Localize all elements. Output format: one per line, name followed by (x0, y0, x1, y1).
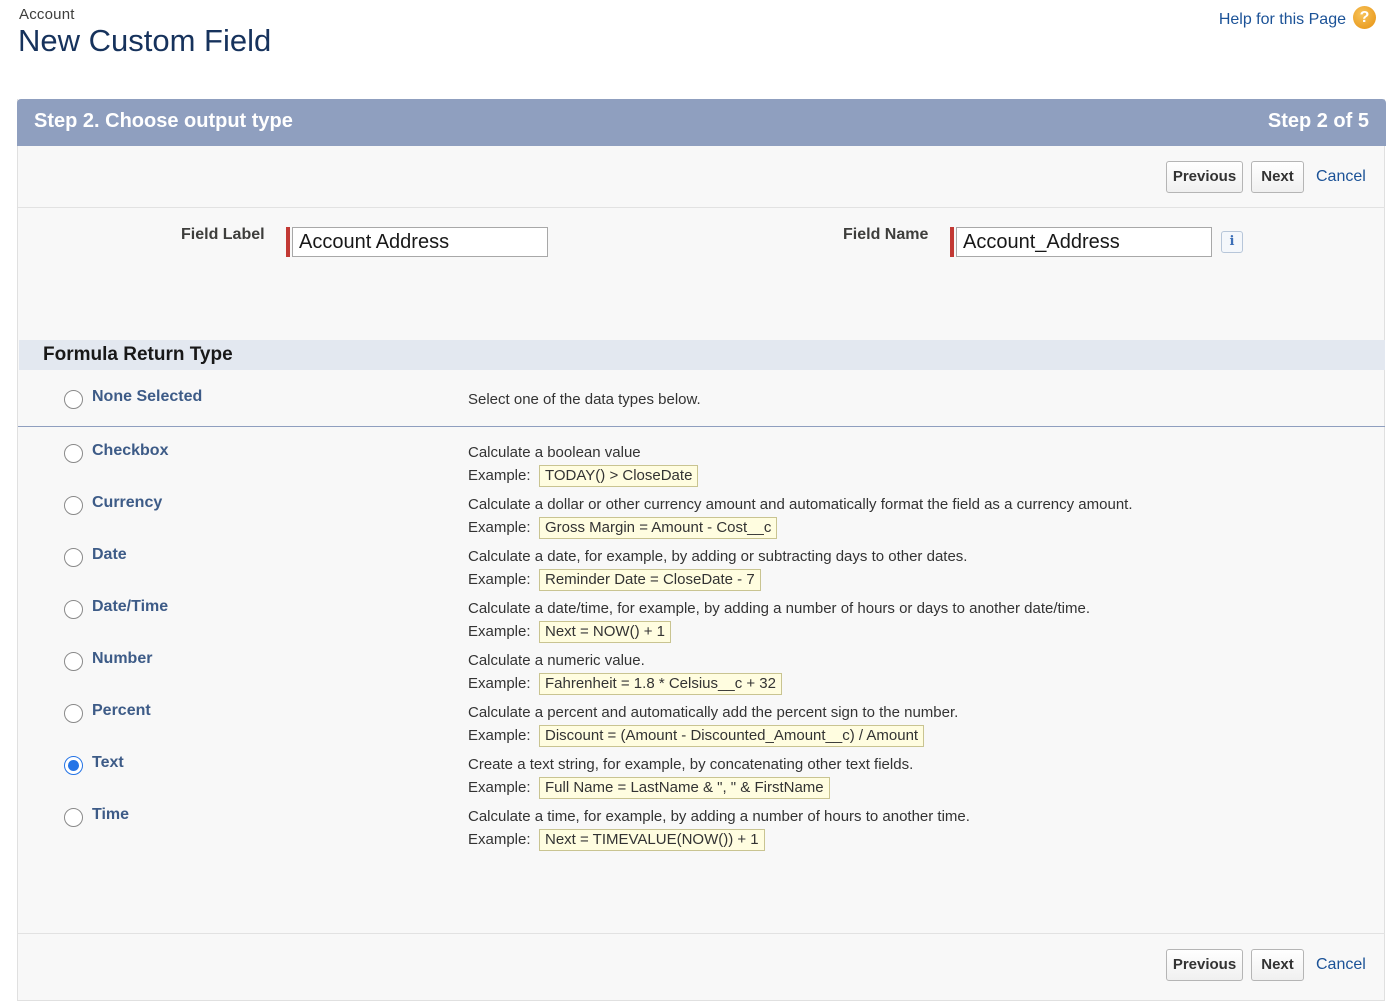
radio-percent[interactable] (64, 704, 83, 723)
type-label-time[interactable]: Time (92, 806, 129, 824)
wizard-header: Step 2. Choose output type Step 2 of 5 (17, 99, 1386, 146)
radio-currency[interactable] (64, 496, 83, 515)
page-title: New Custom Field (18, 23, 272, 58)
type-label-currency[interactable]: Currency (92, 494, 162, 512)
formula-return-type-header: Formula Return Type (19, 340, 1385, 370)
example-label: Example: (468, 831, 531, 848)
previous-button[interactable]: Previous (1166, 949, 1243, 981)
example-formula: Discount = (Amount - Discounted_Amount__… (539, 725, 925, 747)
required-indicator (950, 227, 954, 257)
type-description: Calculate a date, for example, by adding… (468, 548, 968, 565)
info-icon[interactable]: i (1221, 231, 1243, 253)
example-formula: Reminder Date = CloseDate - 7 (539, 569, 761, 591)
field-label-caption: Field Label (181, 226, 265, 243)
radio-date[interactable] (64, 548, 83, 567)
example-formula: Full Name = LastName & ", " & FirstName (539, 777, 830, 799)
example-formula: Next = NOW() + 1 (539, 621, 672, 643)
help-link[interactable]: Help for this Page (1219, 11, 1346, 29)
radio-checkbox[interactable] (64, 444, 83, 463)
type-label-date[interactable]: Date (92, 546, 127, 564)
help-icon[interactable]: ? (1353, 6, 1376, 29)
required-indicator (286, 227, 290, 257)
next-button[interactable]: Next (1251, 161, 1304, 193)
example-label: Example: (468, 467, 531, 484)
type-description: Calculate a percent and automatically ad… (468, 704, 959, 721)
example-label: Example: (468, 675, 531, 692)
bottom-button-bar: Previous Next Cancel (18, 933, 1385, 995)
example-label: Example: (468, 571, 531, 588)
radio-number[interactable] (64, 652, 83, 671)
type-label-date-time[interactable]: Date/Time (92, 598, 168, 616)
example-label: Example: (468, 779, 531, 796)
none-selected-row: None Selected Select one of the data typ… (18, 370, 1385, 427)
field-name-caption: Field Name (843, 226, 929, 243)
field-label-input[interactable] (292, 227, 548, 257)
type-label-checkbox[interactable]: Checkbox (92, 442, 168, 460)
type-description: Calculate a dollar or other currency amo… (468, 496, 1133, 513)
cancel-link[interactable]: Cancel (1316, 168, 1366, 186)
section-title: Formula Return Type (43, 344, 233, 365)
example-label: Example: (468, 623, 531, 640)
field-name-input[interactable] (956, 227, 1212, 257)
type-description: Calculate a boolean value (468, 444, 641, 461)
type-description: Calculate a numeric value. (468, 652, 645, 669)
example-label: Example: (468, 519, 531, 536)
radio-text[interactable] (64, 756, 83, 775)
top-button-bar: Previous Next Cancel (18, 146, 1385, 208)
example-formula: TODAY() > CloseDate (539, 465, 699, 487)
breadcrumb: Account (19, 6, 75, 23)
cancel-link[interactable]: Cancel (1316, 956, 1366, 974)
step-count: Step 2 of 5 (1267, 110, 1369, 132)
example-formula: Gross Margin = Amount - Cost__c (539, 517, 778, 539)
none-selected-description: Select one of the data types below. (468, 391, 701, 408)
type-label-number[interactable]: Number (92, 650, 152, 668)
example-formula: Fahrenheit = 1.8 * Celsius__c + 32 (539, 673, 782, 695)
previous-button[interactable]: Previous (1166, 161, 1243, 193)
step-title: Step 2. Choose output type (34, 110, 293, 132)
next-button[interactable]: Next (1251, 949, 1304, 981)
type-label-text[interactable]: Text (92, 754, 124, 772)
page-header: Account New Custom Field Help for this P… (0, 0, 1398, 99)
type-label-percent[interactable]: Percent (92, 702, 151, 720)
radio-date-time[interactable] (64, 600, 83, 619)
type-description: Calculate a time, for example, by adding… (468, 808, 970, 825)
none-selected-label[interactable]: None Selected (92, 388, 202, 406)
radio-none-selected[interactable] (64, 390, 83, 409)
wizard-panel: Step 2. Choose output type Step 2 of 5 P… (17, 99, 1386, 1001)
example-label: Example: (468, 727, 531, 744)
type-description: Calculate a date/time, for example, by a… (468, 600, 1091, 617)
radio-time[interactable] (64, 808, 83, 827)
example-formula: Next = TIMEVALUE(NOW()) + 1 (539, 829, 765, 851)
type-description: Create a text string, for example, by co… (468, 756, 914, 773)
